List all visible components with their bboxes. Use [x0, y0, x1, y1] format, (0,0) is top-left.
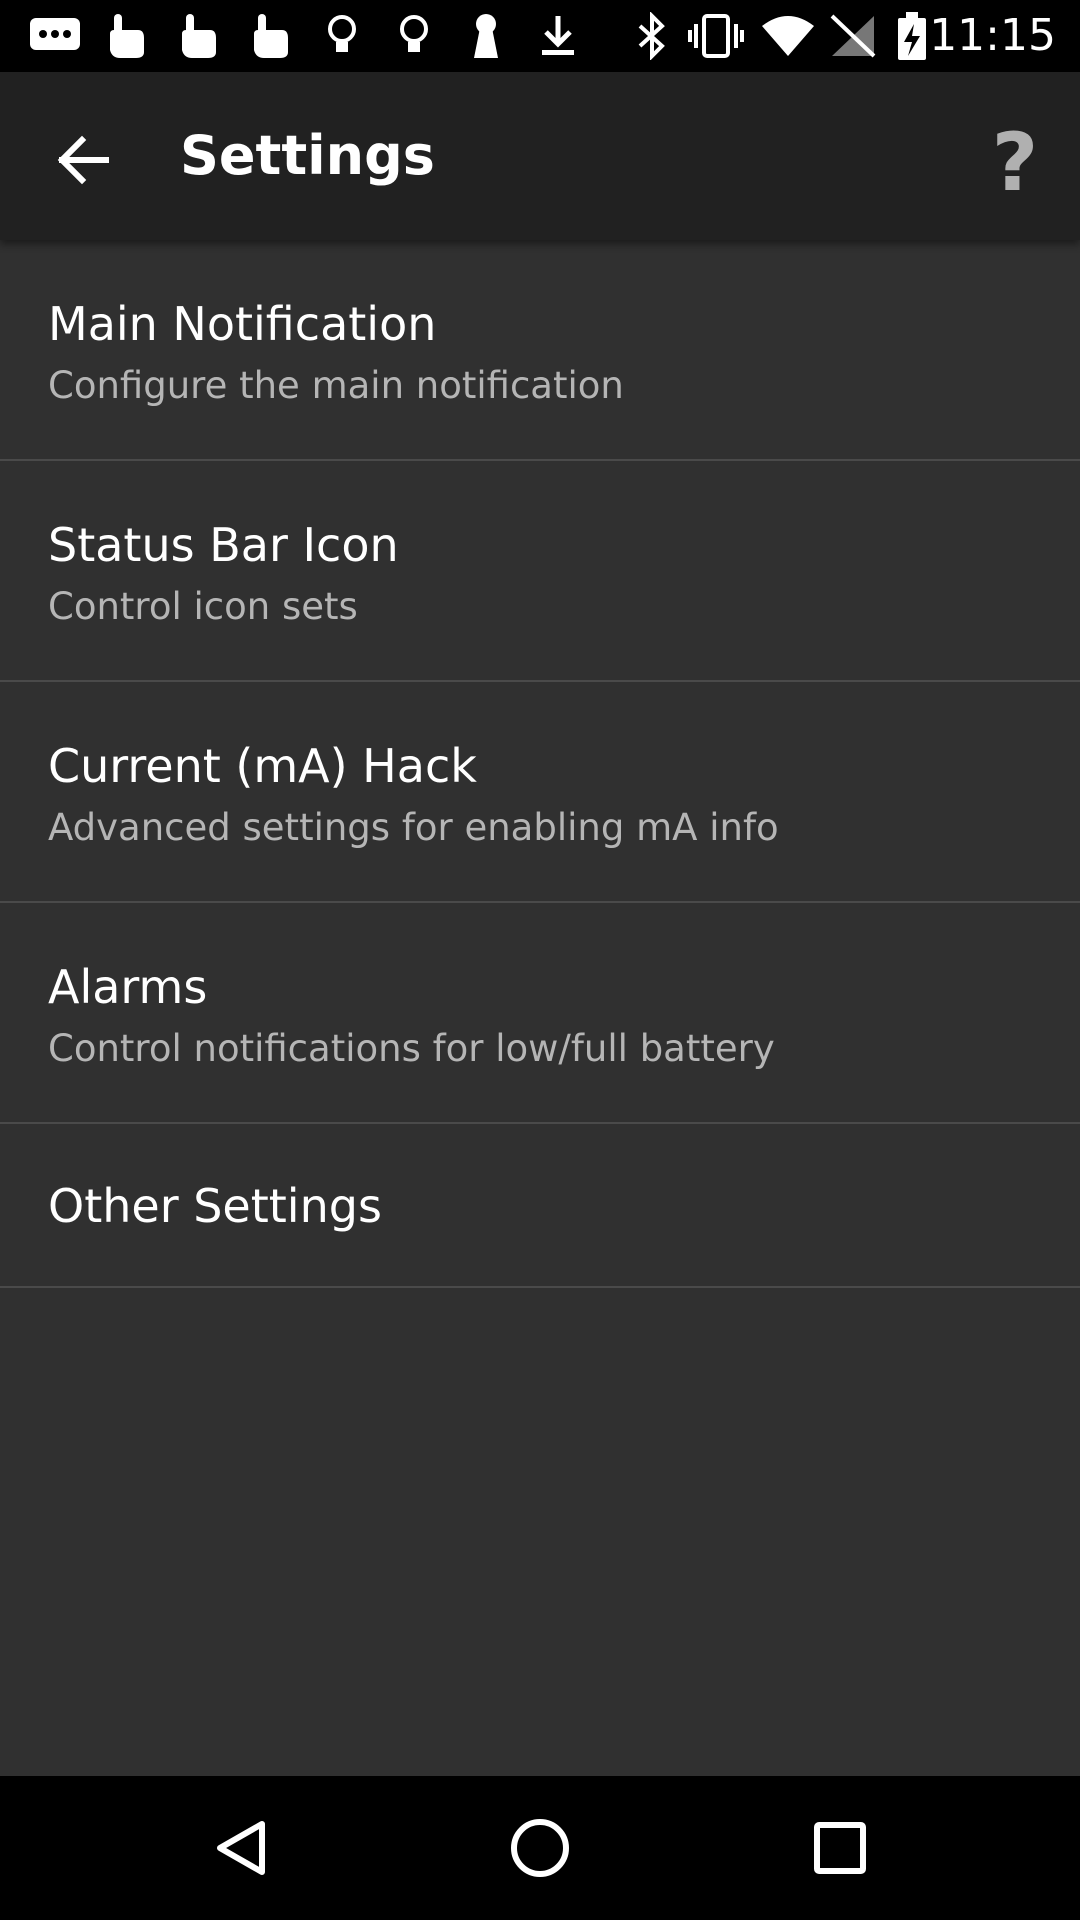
help-button[interactable]: ? — [980, 116, 1050, 209]
nav-back-button[interactable] — [190, 1798, 290, 1898]
setting-subtitle: Control icon sets — [48, 585, 358, 628]
settings-list: Main Notification Configure the main not… — [0, 240, 1080, 1288]
touch-icon — [182, 14, 216, 58]
setting-title: Other Settings — [48, 1179, 382, 1233]
touch-icon — [110, 14, 144, 58]
keyhole-icon — [474, 14, 498, 58]
app-bar: Settings ? — [0, 72, 1080, 240]
vibrate-icon — [688, 14, 744, 58]
setting-title: Alarms — [48, 960, 208, 1014]
setting-title: Current (mA) Hack — [48, 739, 477, 793]
back-button[interactable] — [40, 116, 128, 204]
home-circle-icon — [511, 1819, 569, 1877]
nav-recents-button[interactable] — [790, 1798, 890, 1898]
back-triangle-icon — [217, 1821, 265, 1875]
navigation-bar — [0, 1776, 1080, 1920]
recents-square-icon — [814, 1822, 866, 1874]
setting-subtitle: Advanced settings for enabling mA info — [48, 806, 779, 849]
status-time: 11:15 — [929, 10, 1056, 61]
arrow-back-icon — [57, 135, 109, 185]
setting-subtitle: Control notifications for low/full batte… — [48, 1027, 775, 1070]
bluetooth-icon — [638, 12, 665, 60]
setting-other-settings[interactable]: Other Settings — [0, 1124, 1080, 1288]
status-bar: 11:15 — [0, 0, 1080, 72]
touch-icon — [254, 14, 288, 58]
download-icon — [542, 16, 574, 55]
setting-title: Main Notification — [48, 297, 437, 351]
wifi-icon — [762, 16, 814, 56]
nav-home-button[interactable] — [490, 1798, 590, 1898]
bulb-icon — [400, 15, 428, 52]
help-icon: ? — [992, 116, 1038, 209]
setting-main-notification[interactable]: Main Notification Configure the main not… — [0, 240, 1080, 461]
setting-subtitle: Configure the main notification — [48, 364, 624, 407]
setting-title: Status Bar Icon — [48, 518, 399, 572]
setting-alarms[interactable]: Alarms Control notifications for low/ful… — [0, 903, 1080, 1124]
page-title: Settings — [180, 124, 435, 187]
battery-charging-icon — [898, 12, 926, 60]
signal-icon — [830, 14, 876, 58]
svg-text:?: ? — [992, 116, 1038, 204]
setting-status-bar-icon[interactable]: Status Bar Icon Control icon sets — [0, 461, 1080, 682]
setting-current-ma-hack[interactable]: Current (mA) Hack Advanced settings for … — [0, 682, 1080, 903]
bulb-icon — [328, 15, 356, 52]
message-icon — [30, 18, 80, 50]
